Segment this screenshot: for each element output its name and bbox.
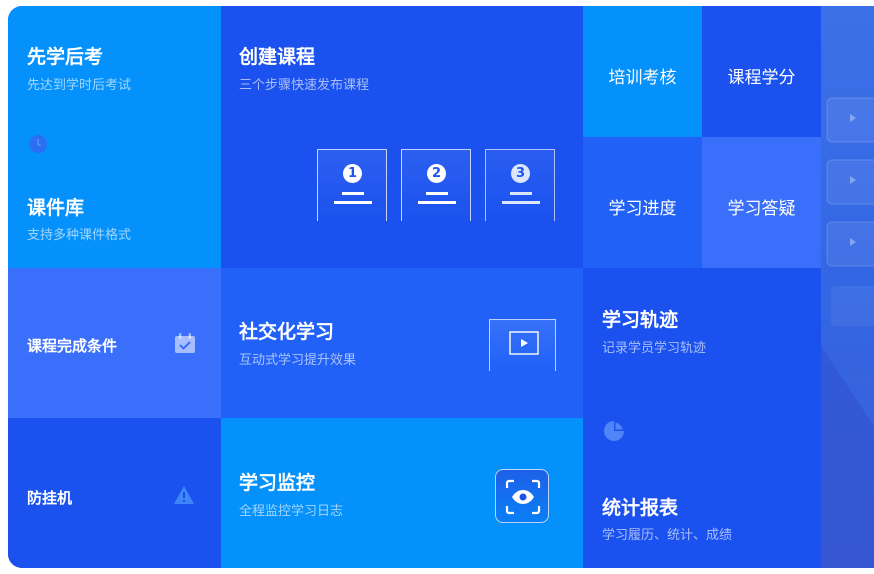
tile-course-credit[interactable]: 课程学分 xyxy=(702,6,821,137)
tile-create-course[interactable]: 创建课程 三个步骤快速发布课程 1 2 3 xyxy=(221,6,583,268)
statistics-subtitle: 学习履历、统计、成绩 xyxy=(602,528,733,543)
learning-track-title: 学习轨迹 xyxy=(602,309,679,331)
feature-grid: 先学后考 先达到学时后考试 课件库 支持多种课件格式 课程完成条件 防挂机 创建… xyxy=(8,6,874,568)
tile-learning-qa[interactable]: 学习答疑 xyxy=(702,137,821,268)
tile-learning-progress[interactable]: 学习进度 xyxy=(583,137,702,268)
learning-track-subtitle: 记录学员学习轨迹 xyxy=(602,341,707,356)
step-card-1: 1 xyxy=(317,149,387,221)
step-bar xyxy=(426,192,448,195)
tile-subtitle: 全程监控学习日志 xyxy=(239,504,344,519)
step-bar xyxy=(502,201,540,204)
step-bar xyxy=(510,192,532,195)
tile-social-learning[interactable]: 社交化学习 互动式学习提升效果 xyxy=(221,268,583,418)
decorative-video-cards-icon xyxy=(821,97,874,568)
tile-label: 防挂机 xyxy=(27,489,73,507)
step-card-2: 2 xyxy=(401,149,471,221)
decorative-background-strip xyxy=(821,6,874,568)
step-number: 1 xyxy=(343,164,362,183)
courseware-title: 课件库 xyxy=(27,197,85,219)
tile-label: 课程学分 xyxy=(727,68,796,88)
step-number: 2 xyxy=(427,164,446,183)
tile-label: 课程完成条件 xyxy=(27,337,118,355)
tile-subtitle: 三个步骤快速发布课程 xyxy=(239,78,370,93)
tile-completion-conditions[interactable]: 课程完成条件 xyxy=(8,268,221,418)
tile-title: 先学后考 xyxy=(27,46,104,68)
pie-chart-icon xyxy=(604,421,624,441)
tile-subtitle: 先达到学时后考试 xyxy=(27,78,132,93)
tile-title: 学习监控 xyxy=(239,472,316,494)
tile-anti-hang[interactable]: 防挂机 xyxy=(8,418,221,568)
tile-learning-monitor[interactable]: 学习监控 全程监控学习日志 xyxy=(221,418,583,568)
courseware-subtitle: 支持多种课件格式 xyxy=(27,228,132,243)
clock-icon xyxy=(29,135,47,153)
warning-icon xyxy=(174,486,194,504)
step-bar xyxy=(418,201,456,204)
tile-label: 学习答疑 xyxy=(727,199,796,219)
step-card-3: 3 xyxy=(485,149,555,221)
tile-label: 学习进度 xyxy=(608,199,677,219)
tile-label: 培训考核 xyxy=(608,68,677,88)
step-bar xyxy=(334,201,372,204)
step-number: 3 xyxy=(511,164,530,183)
tile-study-then-exam[interactable]: 先学后考 先达到学时后考试 课件库 支持多种课件格式 xyxy=(8,6,221,268)
step-bar xyxy=(342,192,364,195)
tile-learning-track-statistics[interactable]: 学习轨迹 记录学员学习轨迹 统计报表 学习履历、统计、成绩 xyxy=(583,268,821,568)
video-frame xyxy=(489,319,556,371)
tile-subtitle: 互动式学习提升效果 xyxy=(239,353,357,368)
calendar-check-icon xyxy=(175,333,195,353)
tile-title: 创建课程 xyxy=(239,46,316,68)
tile-training-exam[interactable]: 培训考核 xyxy=(583,6,702,137)
monitor-frame xyxy=(495,469,549,523)
statistics-title: 统计报表 xyxy=(602,497,679,519)
tile-title: 社交化学习 xyxy=(239,321,335,343)
eye-icon xyxy=(505,479,541,515)
play-icon xyxy=(509,331,539,355)
